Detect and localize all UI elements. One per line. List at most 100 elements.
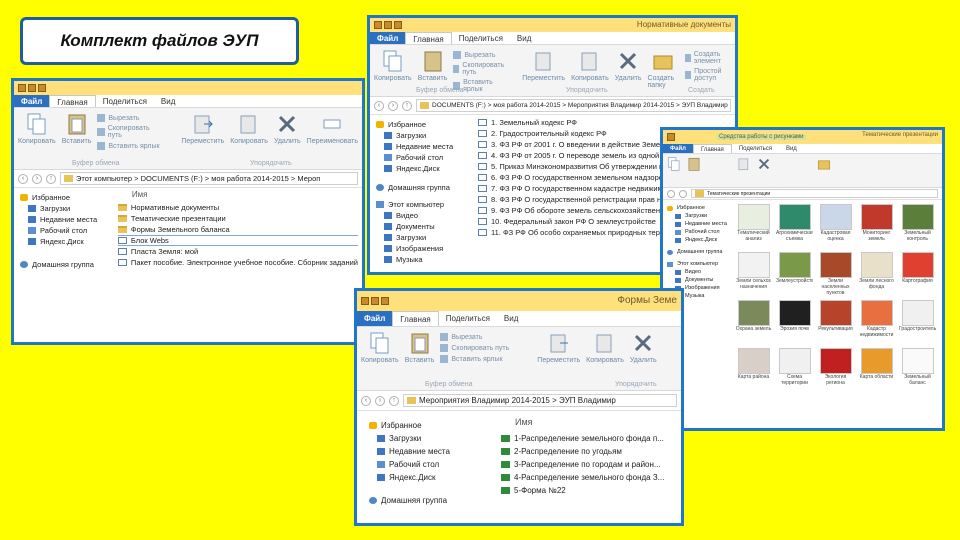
list-item[interactable]: Нормативные документы [117, 202, 358, 213]
back-icon[interactable]: ‹ [374, 100, 384, 111]
up-icon[interactable]: ↑ [389, 395, 399, 406]
thumbnail-item[interactable]: Земли населенных пунктов [817, 252, 854, 296]
thumbnail-item[interactable]: Мониторинг земель [858, 204, 895, 248]
address-path[interactable]: DOCUMENTS (F:) > моя работа 2014-2015 > … [416, 99, 731, 112]
nav-documents[interactable]: Документы [667, 276, 731, 284]
nav-homegroup[interactable]: Домашняя группа [667, 248, 731, 256]
thumbnail-item[interactable]: Кадастр недвижимости [858, 300, 895, 344]
forward-icon[interactable]: › [375, 395, 385, 406]
delete-button[interactable]: Удалить [615, 49, 642, 82]
list-item[interactable]: 1-Распределение земельного фонда п... [501, 432, 677, 445]
paste-button[interactable] [687, 156, 701, 172]
tab-share[interactable]: Поделиться [732, 144, 779, 153]
up-icon[interactable]: ↑ [46, 173, 56, 184]
new-folder-icon[interactable] [381, 297, 389, 305]
tab-file[interactable]: Файл [14, 95, 50, 107]
nav-favorites[interactable]: Избранное [369, 419, 497, 432]
copy-button[interactable]: Копировать [361, 331, 399, 364]
nav-video[interactable]: Видео [376, 210, 474, 221]
back-icon[interactable]: ‹ [361, 395, 371, 406]
cut-button[interactable]: Вырезать [453, 51, 506, 59]
nav-yadisk[interactable]: Яндекс.Диск [667, 236, 731, 244]
title-bar[interactable]: Нормативные документы [370, 18, 735, 32]
nav-desktop[interactable]: Рабочий стол [667, 228, 731, 236]
nav-yadisk[interactable]: Яндекс.Диск [369, 471, 497, 484]
thumbnail-item[interactable]: Карта области [858, 348, 895, 392]
thumbnail-item[interactable]: Земельный контроль [899, 204, 936, 248]
copy-to-button[interactable]: Копировать [571, 49, 609, 82]
paste-button[interactable]: Вставить [405, 331, 434, 364]
nav-desktop[interactable]: Рабочий стол [376, 152, 474, 163]
back-icon[interactable] [667, 189, 675, 198]
tab-home[interactable]: Главная [49, 95, 96, 107]
title-bar[interactable] [14, 81, 362, 95]
tab-home[interactable]: Главная [692, 144, 732, 153]
nav-yadisk[interactable]: Яндекс.Диск [376, 163, 474, 174]
list-item[interactable]: 3-Распределение по городам и район... [501, 458, 677, 471]
nav-video[interactable]: Видео [667, 268, 731, 276]
copy-path-button[interactable]: Скопировать путь [453, 62, 506, 76]
tab-home[interactable]: Главная [392, 311, 439, 326]
move-to-button[interactable] [737, 156, 751, 172]
new-item-button[interactable]: Создать элемент [685, 51, 731, 65]
tab-home[interactable]: Главная [405, 32, 452, 44]
title-bar[interactable]: Средства работы с рисунками Тематические… [663, 130, 942, 144]
thumbnail-item[interactable]: Агрохимическая съемка [776, 204, 813, 248]
paste-shortcut-button[interactable]: Вставить ярлык [440, 355, 509, 363]
thumbnail-item[interactable]: Экология региона [817, 348, 854, 392]
new-folder-icon[interactable] [394, 21, 402, 29]
nav-computer[interactable]: Этот компьютер [376, 199, 474, 210]
paste-button[interactable]: Вставить [62, 112, 91, 145]
move-to-button[interactable]: Переместить [537, 331, 580, 364]
nav-downloads-2[interactable]: Загрузки [376, 232, 474, 243]
tab-share[interactable]: Поделиться [439, 311, 497, 326]
thumbnail-item[interactable]: Кадастровая оценка [817, 204, 854, 248]
nav-recent[interactable]: Недавние места [667, 220, 731, 228]
copy-to-button[interactable]: Копировать [230, 112, 268, 145]
nav-recent[interactable]: Недавние места [369, 445, 497, 458]
new-folder-button[interactable]: Создать папку [648, 49, 680, 89]
nav-downloads[interactable]: Загрузки [369, 432, 497, 445]
nav-homegroup[interactable]: Домашняя группа [20, 259, 114, 270]
nav-downloads[interactable]: Загрузки [667, 212, 731, 220]
tab-share[interactable]: Поделиться [96, 95, 154, 107]
tab-file[interactable]: Файл [370, 32, 406, 44]
move-to-button[interactable]: Переместить [522, 49, 565, 82]
forward-icon[interactable] [679, 189, 687, 198]
tab-file[interactable]: Файл [357, 311, 393, 326]
thumbnail-item[interactable]: Градостроительство [899, 300, 936, 344]
delete-button[interactable]: Удалить [630, 331, 657, 364]
properties-icon[interactable] [371, 297, 379, 305]
copy-to-button[interactable]: Копировать [586, 331, 624, 364]
copy-path-button[interactable]: Скопировать путь [97, 125, 161, 139]
tab-view[interactable]: Вид [779, 144, 804, 153]
thumbnail-item[interactable]: Рекультивация [817, 300, 854, 344]
forward-icon[interactable]: › [388, 100, 398, 111]
easy-access-button[interactable]: Простой доступ [685, 68, 731, 82]
nav-homegroup[interactable]: Домашняя группа [376, 182, 474, 193]
tab-file[interactable]: Файл [663, 144, 693, 153]
nav-recent[interactable]: Недавние места [376, 141, 474, 152]
cut-button[interactable]: Вырезать [97, 114, 161, 122]
new-folder-icon[interactable] [38, 84, 46, 92]
paste-shortcut-button[interactable]: Вставить ярлык [97, 142, 161, 150]
nav-documents[interactable]: Документы [376, 221, 474, 232]
nav-yadisk[interactable]: Яндекс.Диск [20, 236, 114, 247]
list-item[interactable]: 4-Распределение земельного фонда З... [501, 471, 677, 484]
nav-downloads[interactable]: Загрузки [376, 130, 474, 141]
nav-downloads[interactable]: Загрузки [20, 203, 114, 214]
move-to-button[interactable]: Переместить [181, 112, 224, 145]
address-path[interactable]: Этот компьютер > DOCUMENTS (F:) > моя ра… [60, 172, 358, 185]
column-name-header[interactable]: Имя [501, 417, 677, 432]
nav-music[interactable]: Музыка [376, 254, 474, 265]
list-item[interactable]: Блок Webs [117, 235, 358, 246]
thumbnail-item[interactable]: Земли сельхоз назначения [735, 252, 772, 296]
tab-view[interactable]: Вид [154, 95, 182, 107]
copy-button[interactable]: Копировать [18, 112, 56, 145]
nav-favorites[interactable]: Избранное [376, 119, 474, 130]
cut-button[interactable]: Вырезать [440, 333, 509, 341]
nav-images[interactable]: Изображения [376, 243, 474, 254]
forward-icon[interactable]: › [32, 173, 42, 184]
tab-view[interactable]: Вид [510, 32, 538, 44]
list-item[interactable]: Пласта Земля: мой [117, 246, 358, 257]
